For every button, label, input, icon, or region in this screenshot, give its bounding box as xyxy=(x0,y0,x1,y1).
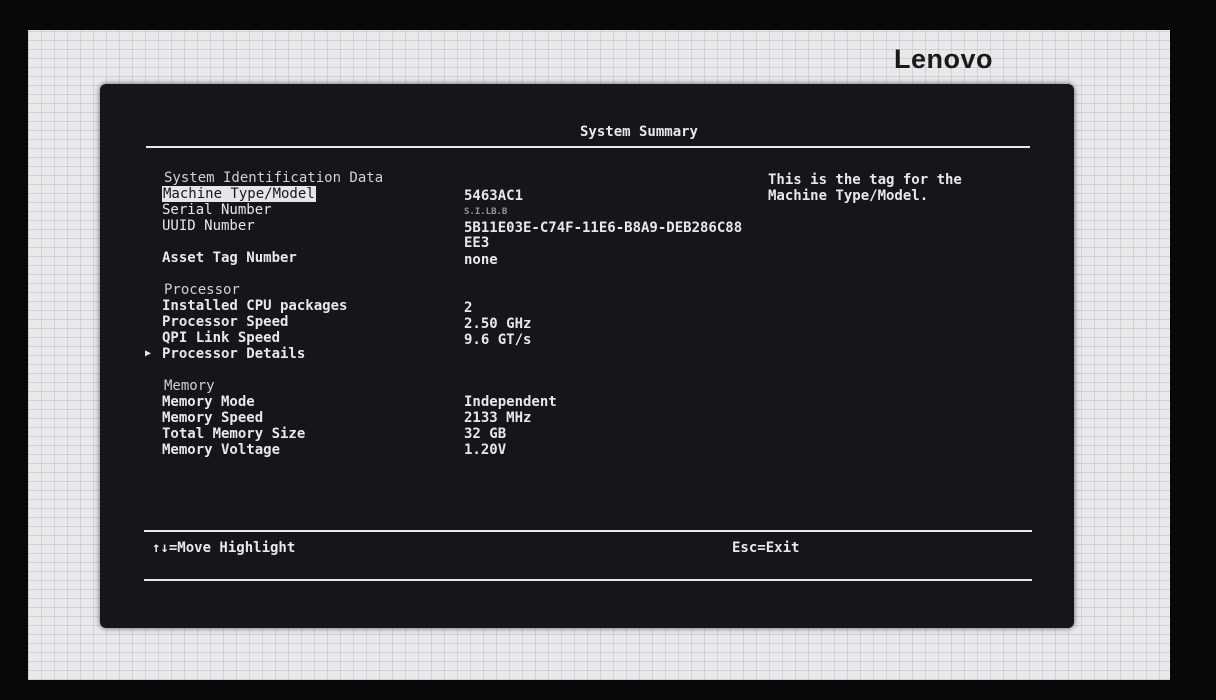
uuid-number-label: UUID Number xyxy=(162,218,255,234)
total-memory-label: Total Memory Size xyxy=(162,426,306,442)
monitor-bezel: Lenovo System Summary System Identificat… xyxy=(0,0,1216,700)
section-header-identification: System Identification Data xyxy=(164,170,384,186)
uuid-value-line2: EE3 xyxy=(464,235,490,251)
memory-speed-value: 2133 MHz xyxy=(464,410,532,426)
processor-speed-value: 2.50 GHz xyxy=(464,316,532,332)
memory-voltage-value: 1.20V xyxy=(464,442,507,458)
memory-speed-label: Memory Speed xyxy=(162,410,264,426)
help-text: This is the tag for the Machine Type/Mod… xyxy=(768,172,962,204)
section-header-memory: Memory xyxy=(164,378,215,394)
qpi-link-speed-label: QPI Link Speed xyxy=(162,330,281,346)
machine-type-value: 5463AC1 xyxy=(464,188,524,204)
total-memory-value: 32 GB xyxy=(464,426,507,442)
processor-speed-label: Processor Speed xyxy=(162,314,289,330)
title-divider xyxy=(146,146,1030,148)
submenu-arrow-icon: ▶ xyxy=(145,348,152,359)
page-title: System Summary xyxy=(579,124,698,140)
qpi-link-speed-value: 9.6 GT/s xyxy=(464,332,532,348)
section-header-processor: Processor xyxy=(164,282,240,298)
menu-item-machine-type[interactable]: Machine Type/Model xyxy=(162,186,316,202)
footer-divider-top xyxy=(144,530,1032,532)
system-summary-dialog: System Summary System Identification Dat… xyxy=(100,84,1074,628)
memory-mode-label: Memory Mode xyxy=(162,394,255,410)
serial-number-value: S.I.LB.B xyxy=(464,207,508,217)
cpu-packages-value: 2 xyxy=(464,300,473,316)
cpu-packages-label: Installed CPU packages xyxy=(162,298,348,314)
menu-item-processor-details[interactable]: Processor Details xyxy=(162,346,305,362)
asset-tag-label: Asset Tag Number xyxy=(162,250,297,266)
footer-divider-bottom xyxy=(144,579,1032,581)
memory-voltage-label: Memory Voltage xyxy=(162,442,281,458)
move-highlight-hint: ↑↓=Move Highlight xyxy=(152,540,296,556)
memory-mode-value: Independent xyxy=(464,394,557,410)
machine-type-label: Machine Type/Model xyxy=(162,186,316,202)
asset-tag-value: none xyxy=(464,252,498,268)
serial-number-label: Serial Number xyxy=(162,202,272,218)
esc-exit-hint: Esc=Exit xyxy=(732,540,800,556)
uuid-value-line1: 5B11E03E-C74F-11E6-B8A9-DEB286C88 xyxy=(464,220,743,236)
lenovo-logo: Lenovo xyxy=(894,44,994,74)
